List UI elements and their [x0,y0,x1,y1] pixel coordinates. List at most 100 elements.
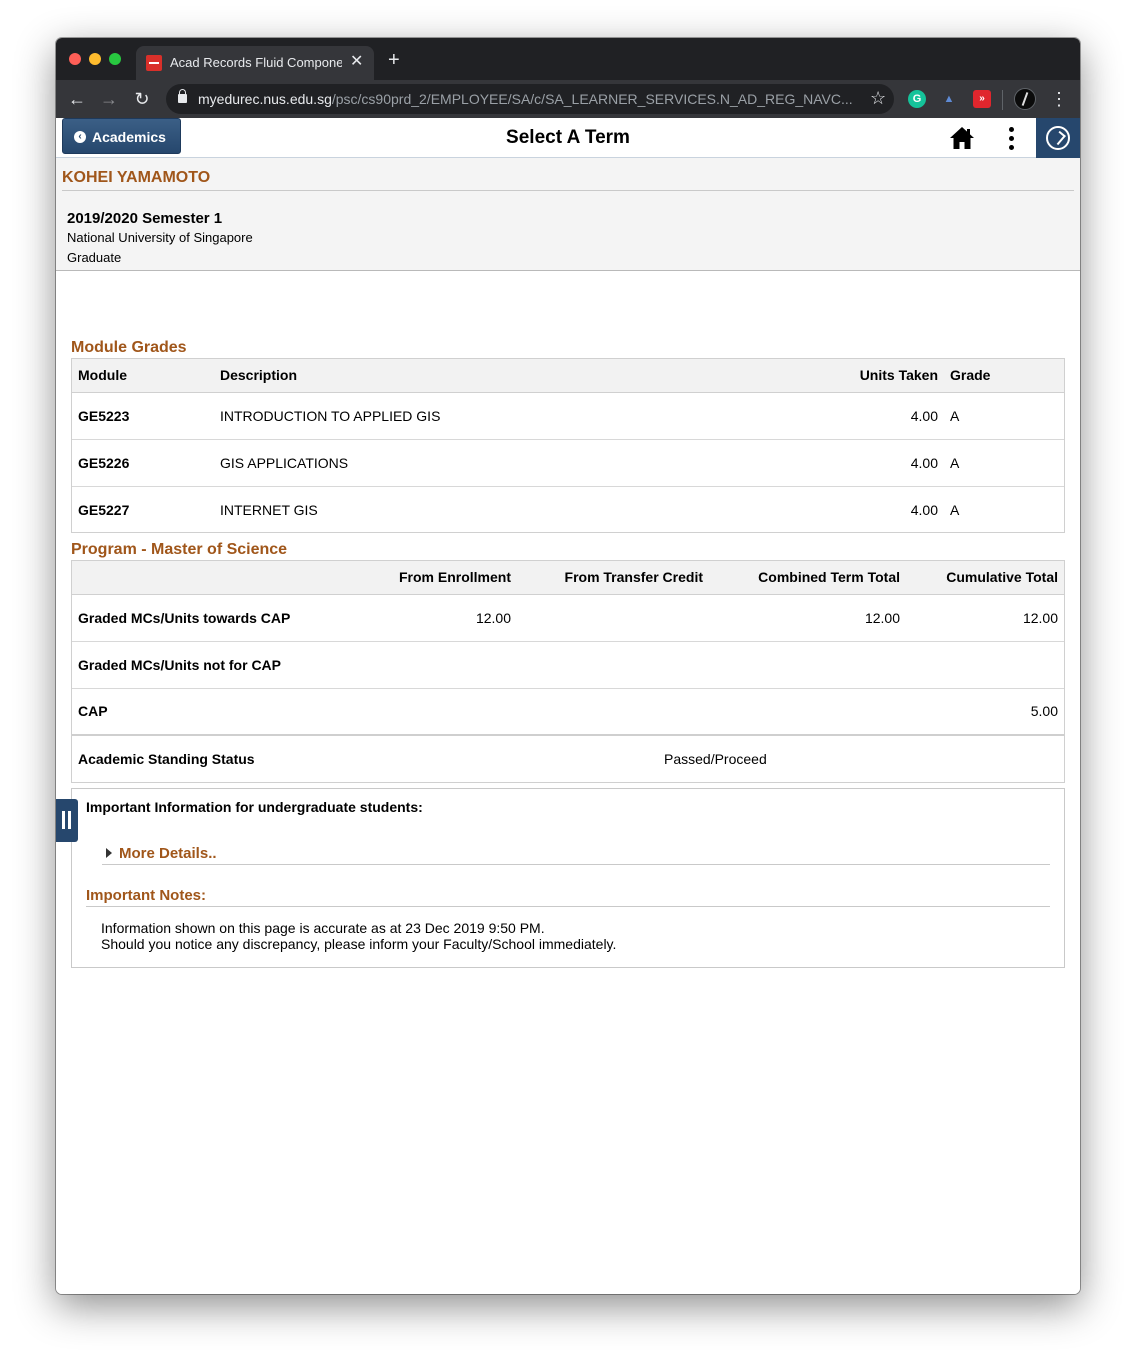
units-taken: 4.00 [744,439,944,487]
table-row: Graded MCs/Units towards CAP 12.00 12.00… [72,594,1064,642]
from-transfer-value [517,641,709,689]
table-row[interactable]: GE5223 INTRODUCTION TO APPLIED GIS 4.00 … [72,392,1064,440]
zoom-window-button[interactable] [109,53,121,65]
page-content: ‹ Academics Select A Term KOHEI YAMAMOTO… [56,118,1080,1294]
module-description: GIS APPLICATIONS [214,439,744,487]
pause-icon [62,811,65,829]
notes-line: Should you notice any discrepancy, pleas… [101,936,617,952]
nus-favicon-icon [146,55,162,71]
divider [86,906,1050,907]
standing-label: Academic Standing Status [78,751,255,767]
units-taken: 4.00 [744,392,944,440]
red-extension-icon[interactable]: » [973,90,991,108]
important-notes-title: Important Notes: [86,887,206,904]
table-row[interactable]: GE5227 INTERNET GIS 4.00 A [72,486,1064,533]
column-header-description[interactable]: Description [214,359,744,393]
program-title: Program - Master of Science [71,541,288,558]
side-panel-handle[interactable] [56,799,78,842]
row-label: Graded MCs/Units towards CAP [72,594,362,642]
tab-close-icon[interactable]: ✕ [350,53,363,71]
compass-icon [1046,126,1070,150]
reload-icon[interactable]: ↻ [129,86,155,112]
module-code: GE5227 [78,501,130,518]
grade: A [950,501,960,518]
program-summary-table: From Enrollment From Transfer Credit Com… [72,561,1064,782]
module-description: INTRODUCTION TO APPLIED GIS [214,392,744,440]
profile-avatar-icon[interactable] [1014,88,1036,110]
module-grades-table: Module Description Units Taken Grade GE5… [72,359,1064,533]
pause-icon-bar [68,811,71,829]
page-banner: ‹ Academics Select A Term [56,118,1080,158]
from-transfer-value [517,688,709,736]
caret-right-icon [106,848,112,858]
table-row[interactable]: GE5226 GIS APPLICATIONS 4.00 A [72,439,1064,487]
standing-value: Passed/Proceed [664,751,767,767]
institution-name: National University of Singapore [67,230,253,245]
browser-toolbar: ← → ↻ myedurec.nus.edu.sg/psc/cs90prd_2/… [56,80,1080,118]
lock-icon[interactable] [178,89,187,103]
close-window-button[interactable] [69,53,81,65]
important-information-panel: Important Information for undergraduate … [71,788,1065,968]
page-title[interactable]: Select A Term [56,127,1080,149]
combined-total-value: 12.00 [709,594,906,642]
more-details-toggle[interactable]: More Details.. [102,845,1050,865]
student-name: KOHEI YAMAMOTO [62,169,211,186]
new-tab-icon[interactable]: + [388,50,400,70]
from-enrollment-value [362,688,517,736]
forward-arrow-icon[interactable]: → [96,86,122,112]
chrome-menu-icon[interactable]: ⋮ [1050,87,1068,111]
bookmark-star-icon[interactable]: ☆ [870,88,886,109]
column-header-cumulative: Cumulative Total [906,561,1064,595]
actions-menu-icon[interactable] [1002,125,1020,151]
grade: A [944,439,1064,487]
more-details-label: More Details.. [119,845,217,862]
column-header-units[interactable]: Units Taken [744,359,944,393]
row-label: Graded MCs/Units not for CAP [72,641,362,689]
important-info-heading: Important Information for undergraduate … [86,799,423,815]
divider [62,190,1074,191]
module-description: INTERNET GIS [220,501,318,518]
url-text[interactable]: myedurec.nus.edu.sg/psc/cs90prd_2/EMPLOY… [198,91,858,107]
cumulative-total-value: 5.00 [906,688,1064,736]
column-header-blank [72,561,362,595]
column-header-grade[interactable]: Grade [944,359,1064,393]
from-enrollment-value [362,641,517,689]
module-code: GE5223 [72,392,214,440]
minimize-window-button[interactable] [89,53,101,65]
column-header-enrollment: From Enrollment [362,561,517,595]
column-header-combined: Combined Term Total [709,561,906,595]
browser-window: Acad Records Fluid Component ✕ + ← → ↻ m… [56,38,1080,1294]
home-icon[interactable] [949,125,975,151]
term-title: 2019/2020 Semester 1 [67,210,223,227]
back-arrow-icon[interactable]: ← [64,86,90,112]
row-label: CAP [72,688,362,736]
cumulative-total-value [906,641,1064,689]
module-code: GE5226 [72,439,214,487]
combined-total-value [709,641,906,689]
units-taken: 4.00 [910,501,938,518]
column-header-module[interactable]: Module [72,359,214,393]
browser-tab[interactable]: Acad Records Fluid Component ✕ [136,46,374,80]
notes-line: Information shown on this page is accura… [101,920,545,936]
from-transfer-value [517,594,709,642]
standing-row: Academic Standing Status Passed/Proceed [72,735,1064,782]
navbar-button[interactable] [1036,118,1080,158]
from-enrollment-value: 12.00 [362,594,517,642]
address-bar[interactable]: myedurec.nus.edu.sg/psc/cs90prd_2/EMPLOY… [166,84,894,114]
grammarly-extension-icon[interactable]: G [908,90,926,108]
column-header-transfer: From Transfer Credit [517,561,709,595]
cumulative-total-value: 12.00 [906,594,1064,642]
table-row: CAP 5.00 [72,688,1064,736]
career-label: Graduate [67,250,122,265]
tab-title: Acad Records Fluid Component [170,55,342,70]
toolbar-divider [1002,90,1003,110]
tab-strip: Acad Records Fluid Component ✕ + [56,38,1080,80]
url-host: myedurec.nus.edu.sg [198,91,332,107]
cloud-extension-icon[interactable]: ▲ [940,94,958,105]
grade: A [944,392,1064,440]
table-row: Graded MCs/Units not for CAP [72,641,1064,689]
combined-total-value [709,688,906,736]
student-header: KOHEI YAMAMOTO 2019/2020 Semester 1 Nati… [56,158,1080,271]
module-grades-title: Module Grades [71,339,187,356]
url-path: /psc/cs90prd_2/EMPLOYEE/SA/c/SA_LEARNER_… [331,91,853,107]
